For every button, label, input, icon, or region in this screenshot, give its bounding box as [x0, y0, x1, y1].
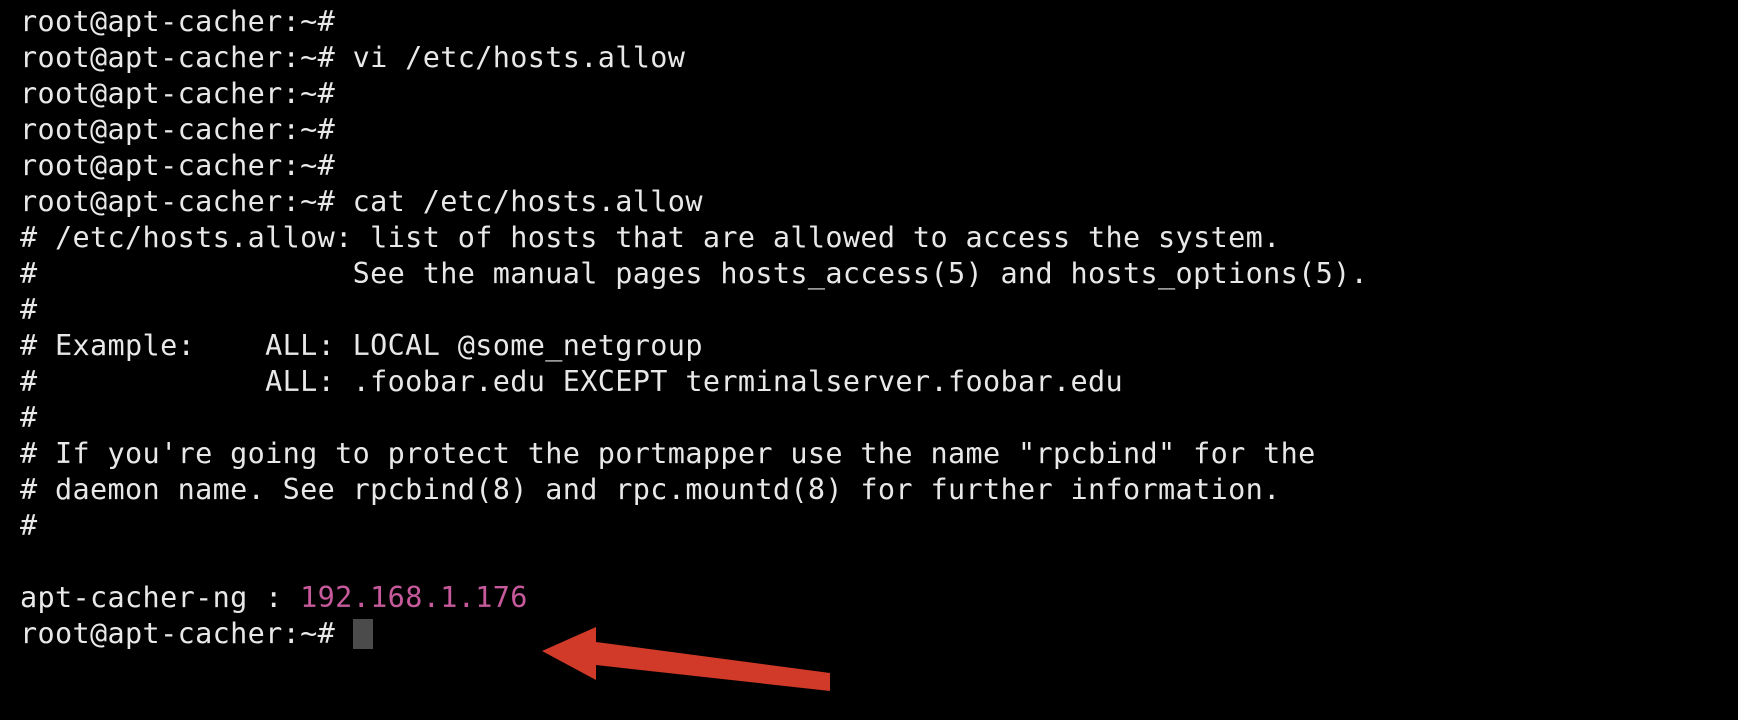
terminal-line: root@apt-cacher:~# — [20, 113, 336, 146]
terminal-line: # /etc/hosts.allow: list of hosts that a… — [20, 221, 1281, 254]
service-label: apt-cacher-ng : — [20, 581, 301, 614]
terminal-line: # See the manual pages hosts_access(5) a… — [20, 257, 1369, 290]
terminal-line: root@apt-cacher:~# — [20, 5, 336, 38]
terminal-line: # Example: ALL: LOCAL @some_netgroup — [20, 329, 703, 362]
terminal-line: # If you're going to protect the portmap… — [20, 437, 1316, 470]
terminal-active-prompt-line[interactable]: root@apt-cacher:~# — [20, 616, 1720, 652]
terminal-output[interactable]: root@apt-cacher:~# root@apt-cacher:~# vi… — [20, 4, 1720, 652]
shell-prompt: root@apt-cacher:~# — [20, 617, 353, 650]
terminal-line: root@apt-cacher:~# vi /etc/hosts.allow — [20, 41, 686, 74]
terminal-line: root@apt-cacher:~# — [20, 149, 336, 182]
terminal-line: root@apt-cacher:~# — [20, 77, 336, 110]
terminal-screen: root@apt-cacher:~# root@apt-cacher:~# vi… — [0, 0, 1738, 720]
apt-cacher-entry-line: apt-cacher-ng : 192.168.1.176 — [20, 580, 1720, 616]
terminal-line: # — [20, 293, 38, 326]
text-cursor — [352, 619, 373, 649]
terminal-line: root@apt-cacher:~# cat /etc/hosts.allow — [20, 185, 703, 218]
terminal-line: # — [20, 401, 38, 434]
terminal-line: # ALL: .foobar.edu EXCEPT terminalserver… — [20, 365, 1124, 398]
terminal-line: # daemon name. See rpcbind(8) and rpc.mo… — [20, 473, 1281, 506]
ip-address-value: 192.168.1.176 — [300, 581, 528, 614]
terminal-line: # — [20, 509, 38, 542]
